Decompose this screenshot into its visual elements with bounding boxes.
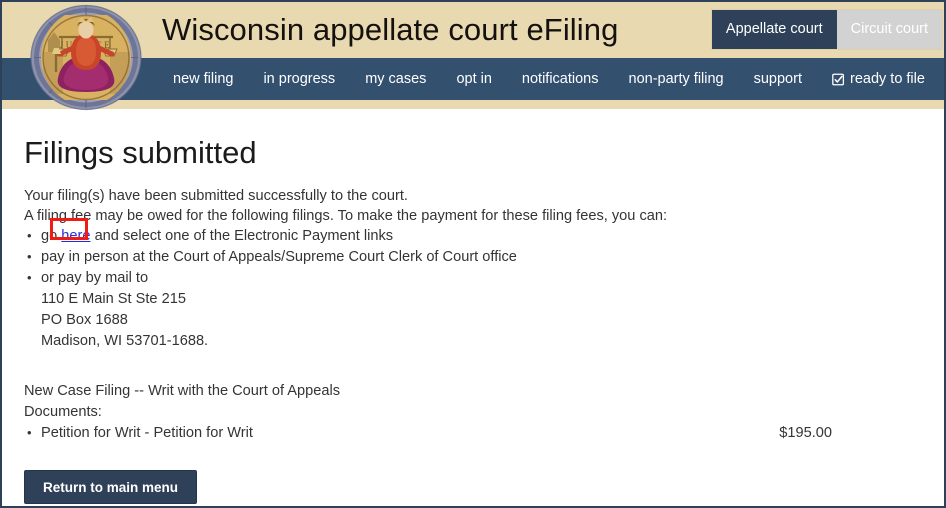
payment-option-prefix: go: [41, 228, 62, 244]
nav-item-user-menu[interactable]: Joe Legal ▾: [940, 72, 944, 87]
checked-document-icon: [832, 73, 845, 86]
nav-item-label: non-party filing: [628, 70, 724, 87]
nav-item-in-progress[interactable]: in progress: [248, 72, 350, 87]
main-navigation: new filing in progress my cases opt in n…: [2, 58, 944, 100]
payment-option-in-person: pay in person at the Court of Appeals/Su…: [24, 246, 944, 268]
nav-item-label: opt in: [456, 70, 492, 87]
document-row: Petition for Writ - Petition for Writ $1…: [24, 422, 832, 444]
page-title: Filings submitted: [24, 135, 257, 170]
payment-option-by-mail: or pay by mail to: [24, 267, 944, 289]
mailing-address-line-3: Madison, WI 53701-1688.: [41, 333, 209, 349]
document-fee: $195.00: [779, 425, 832, 441]
return-to-main-menu-button[interactable]: Return to main menu: [24, 470, 198, 504]
efiling-app-window: Wisconsin appellate court eFiling Appell…: [0, 0, 946, 508]
site-title: Wisconsin appellate court eFiling: [162, 12, 619, 47]
nav-item-label: my cases: [365, 70, 427, 87]
submission-confirmation-text: Your filing(s) have been submitted succe…: [24, 188, 408, 204]
nav-item-label: ready to file: [849, 70, 925, 87]
nav-item-my-cases[interactable]: my cases: [350, 72, 441, 87]
header-accent-strip: [2, 100, 944, 109]
nav-item-notifications[interactable]: notifications: [507, 72, 614, 87]
nav-item-list: new filing in progress my cases opt in n…: [158, 72, 944, 87]
nav-item-label: in progress: [263, 70, 336, 87]
filing-heading: New Case Filing -- Writ with the Court o…: [24, 383, 341, 399]
nav-item-label: notifications: [521, 70, 599, 87]
mailing-address-line-1: 110 E Main St Ste 215: [41, 291, 186, 307]
nav-item-support[interactable]: support: [739, 72, 817, 87]
nav-item-non-party-filing[interactable]: non-party filing: [614, 72, 739, 87]
nav-item-label: new filing: [173, 70, 234, 87]
nav-item-new-filing[interactable]: new filing: [158, 72, 248, 87]
circuit-court-button[interactable]: Circuit court: [836, 10, 942, 49]
payment-option-electronic: go here and select one of the Electronic…: [24, 225, 944, 247]
masthead: Wisconsin appellate court eFiling Appell…: [2, 2, 944, 58]
nav-item-label: support: [753, 70, 802, 87]
documents-label: Documents:: [24, 404, 102, 420]
mailing-address-line-2: PO Box 1688: [41, 312, 128, 328]
here-link[interactable]: here: [61, 228, 90, 244]
court-toggle-group[interactable]: Appellate court Circuit court: [711, 10, 942, 49]
filing-summary: New Case Filing -- Writ with the Court o…: [24, 381, 944, 444]
nav-item-ready-to-file[interactable]: ready to file: [817, 72, 940, 87]
main-content: Filings submitted Your filing(s) have be…: [2, 134, 944, 506]
document-name: Petition for Writ - Petition for Writ: [41, 425, 253, 441]
filing-fee-instructions-text: A filing fee may be owed for the followi…: [24, 208, 668, 224]
payment-options-list: go here and select one of the Electronic…: [24, 225, 944, 289]
nav-item-opt-in[interactable]: opt in: [441, 72, 506, 87]
appellate-court-button[interactable]: Appellate court: [711, 10, 837, 49]
payment-option-suffix: and select one of the Electronic Payment…: [90, 228, 394, 244]
